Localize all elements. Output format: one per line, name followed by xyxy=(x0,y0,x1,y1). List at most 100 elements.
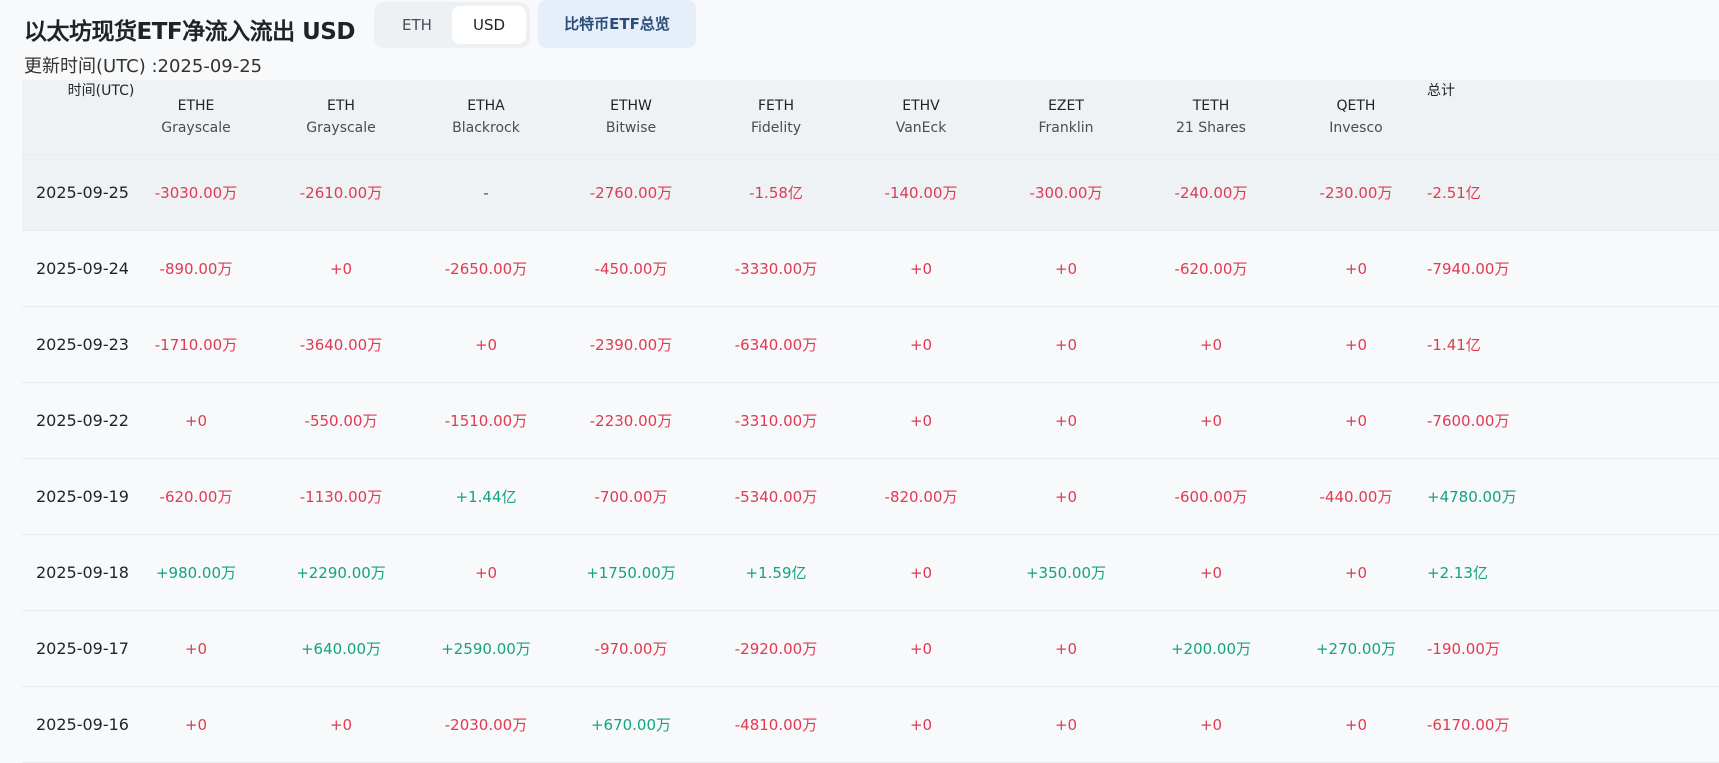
flow-value-qeth: +0 xyxy=(1344,335,1368,354)
row-total-value: -7940.00万 xyxy=(1427,260,1510,278)
flow-value-etha: +2590.00万 xyxy=(441,640,531,658)
unit-option-usd[interactable]: USD xyxy=(452,6,526,44)
flow-value-qeth: +0 xyxy=(1344,411,1368,430)
flow-value-eth: -3640.00万 xyxy=(299,336,383,354)
flow-value-ethw: -450.00万 xyxy=(594,260,668,278)
column-header-ticker: ETHV xyxy=(902,98,940,114)
flow-value-etha: -2030.00万 xyxy=(444,716,528,734)
flow-value-teth: -620.00万 xyxy=(1174,260,1248,278)
flow-value-qeth: +270.00万 xyxy=(1315,640,1397,658)
column-header-ticker: QETH xyxy=(1336,98,1376,114)
flow-value-etha: +0 xyxy=(474,335,498,354)
column-header-feth: FETH Fidelity xyxy=(706,80,846,154)
etf-flow-table: 时间(UTC) ETHE Grayscale ETH Grayscale ETHA Blac… xyxy=(22,80,1719,763)
column-header-ticker: TETH xyxy=(1192,98,1230,114)
table-row[interactable]: 2025-09-24 -890.00万 +0 -2650.00万 -450.00万 -33… xyxy=(22,231,1719,307)
column-header-ethv: ETHV VanEck xyxy=(851,80,991,154)
flow-value-ethw: +1750.00万 xyxy=(586,564,676,582)
flow-value-feth: +1.59亿 xyxy=(745,564,807,582)
column-header-issuer: Invesco xyxy=(1329,120,1383,136)
row-total-value: +2.13亿 xyxy=(1427,564,1488,582)
flow-value-ezet: +0 xyxy=(1054,411,1078,430)
flow-value-ethv: +0 xyxy=(909,639,933,658)
flow-value-ethe: +0 xyxy=(184,715,208,734)
flow-value-teth: -240.00万 xyxy=(1174,184,1248,202)
table-row[interactable]: 2025-09-23 -1710.00万 -3640.00万 +0 -2390.00万 -… xyxy=(22,307,1719,383)
table-row[interactable]: 2025-09-25 -3030.00万 -2610.00万 - -2760.00万 -1… xyxy=(22,155,1719,231)
flow-value-qeth: -440.00万 xyxy=(1319,488,1393,506)
row-total-value: -2.51亿 xyxy=(1427,184,1481,202)
flow-value-ezet: +350.00万 xyxy=(1025,564,1107,582)
row-total-value: -7600.00万 xyxy=(1427,412,1510,430)
unit-option-eth[interactable]: ETH xyxy=(378,6,456,44)
flow-value-feth: -1.58亿 xyxy=(749,184,803,202)
flow-value-ethe: +0 xyxy=(184,639,208,658)
flow-value-feth: -3330.00万 xyxy=(734,260,818,278)
flow-value-ethw: -2390.00万 xyxy=(589,336,673,354)
flow-value-ethv: +0 xyxy=(909,335,933,354)
column-header-label: 总计 xyxy=(1427,83,1455,99)
column-header-ticker: ETHW xyxy=(610,98,652,114)
flow-value-feth: -3310.00万 xyxy=(734,412,818,430)
flow-value-teth: -600.00万 xyxy=(1174,488,1248,506)
column-header-ticker: EZET xyxy=(1048,98,1084,114)
flow-value-ethw: -2230.00万 xyxy=(589,412,673,430)
flow-value-etha: -2650.00万 xyxy=(444,260,528,278)
row-total-value: -6170.00万 xyxy=(1427,716,1510,734)
flow-value-ethv: +0 xyxy=(909,715,933,734)
flow-value-ezet: +0 xyxy=(1054,639,1078,658)
flow-value-ethv: +0 xyxy=(909,259,933,278)
column-header-issuer: Franklin xyxy=(1038,120,1094,136)
flow-value-feth: -4810.00万 xyxy=(734,716,818,734)
flow-value-eth: +2290.00万 xyxy=(296,564,386,582)
flow-value-eth: -550.00万 xyxy=(304,412,378,430)
flow-value-qeth: +0 xyxy=(1344,259,1368,278)
table-row[interactable]: 2025-09-22 +0 -550.00万 -1510.00万 -2230.00万 -3… xyxy=(22,383,1719,459)
unit-toggle[interactable]: ETH USD xyxy=(374,2,530,48)
flow-value-ethe: +980.00万 xyxy=(155,564,237,582)
column-header-issuer: Grayscale xyxy=(306,120,376,136)
flow-value-ezet: +0 xyxy=(1054,487,1078,506)
flow-value-eth: +0 xyxy=(329,259,353,278)
page-header: 以太坊现货ETF净流入流出 USD ETH USD 比特币ETF总览 更新时间(… xyxy=(0,0,1719,80)
flow-value-qeth: +0 xyxy=(1344,563,1368,582)
column-header-ticker: ETHE xyxy=(177,98,215,114)
column-header-ticker: FETH xyxy=(758,98,794,114)
flow-value-teth: +200.00万 xyxy=(1170,640,1252,658)
flow-value-etha: +1.44亿 xyxy=(455,488,517,506)
column-header-issuer: Blackrock xyxy=(452,120,520,136)
column-header-label: 时间(UTC) xyxy=(67,83,135,99)
table-row[interactable]: 2025-09-16 +0 +0 -2030.00万 +670.00万 -4810.00万… xyxy=(22,687,1719,763)
updated-time: 更新时间(UTC) :2025-09-25 xyxy=(24,56,263,77)
column-header-issuer: Grayscale xyxy=(161,120,231,136)
flow-value-ethw: +670.00万 xyxy=(590,716,672,734)
flow-value-teth: +0 xyxy=(1199,335,1223,354)
column-header-issuer: Fidelity xyxy=(751,120,801,136)
flow-value-etha: +0 xyxy=(474,563,498,582)
page-title: 以太坊现货ETF净流入流出 USD xyxy=(24,19,355,45)
table-row[interactable]: 2025-09-17 +0 +640.00万 +2590.00万 -970.00万 -29… xyxy=(22,611,1719,687)
table-row[interactable]: 2025-09-18 +980.00万 +2290.00万 +0 +1750.00万 +1… xyxy=(22,535,1719,611)
flow-value-ethv: +0 xyxy=(909,411,933,430)
column-header-ticker: ETHA xyxy=(467,98,505,114)
flow-value-ethe: +0 xyxy=(184,411,208,430)
flow-value-eth: -1130.00万 xyxy=(299,488,383,506)
flow-value-ethe: -3030.00万 xyxy=(154,184,238,202)
flow-value-ethw: -2760.00万 xyxy=(589,184,673,202)
btc-etf-overview-button[interactable]: 比特币ETF总览 xyxy=(538,0,696,48)
column-header-issuer: 21 Shares xyxy=(1176,120,1246,136)
flow-value-teth: +0 xyxy=(1199,411,1223,430)
table-body: 2025-09-25 -3030.00万 -2610.00万 - -2760.00万 -1… xyxy=(22,155,1719,763)
column-header-issuer: VanEck xyxy=(895,120,947,136)
table-header-row: 时间(UTC) ETHE Grayscale ETH Grayscale ETHA Blac… xyxy=(22,80,1719,155)
flow-value-ethv: +0 xyxy=(909,563,933,582)
column-header-ticker: ETH xyxy=(327,98,355,114)
flow-value-eth: +640.00万 xyxy=(300,640,382,658)
column-header-etha: ETHA Blackrock xyxy=(416,80,556,154)
column-header-eth: ETH Grayscale xyxy=(271,80,411,154)
flow-value-feth: -6340.00万 xyxy=(734,336,818,354)
flow-value-feth: -2920.00万 xyxy=(734,640,818,658)
flow-value-ethv: -140.00万 xyxy=(884,184,958,202)
flow-value-feth: -5340.00万 xyxy=(734,488,818,506)
table-row[interactable]: 2025-09-19 -620.00万 -1130.00万 +1.44亿 -700.00… xyxy=(22,459,1719,535)
